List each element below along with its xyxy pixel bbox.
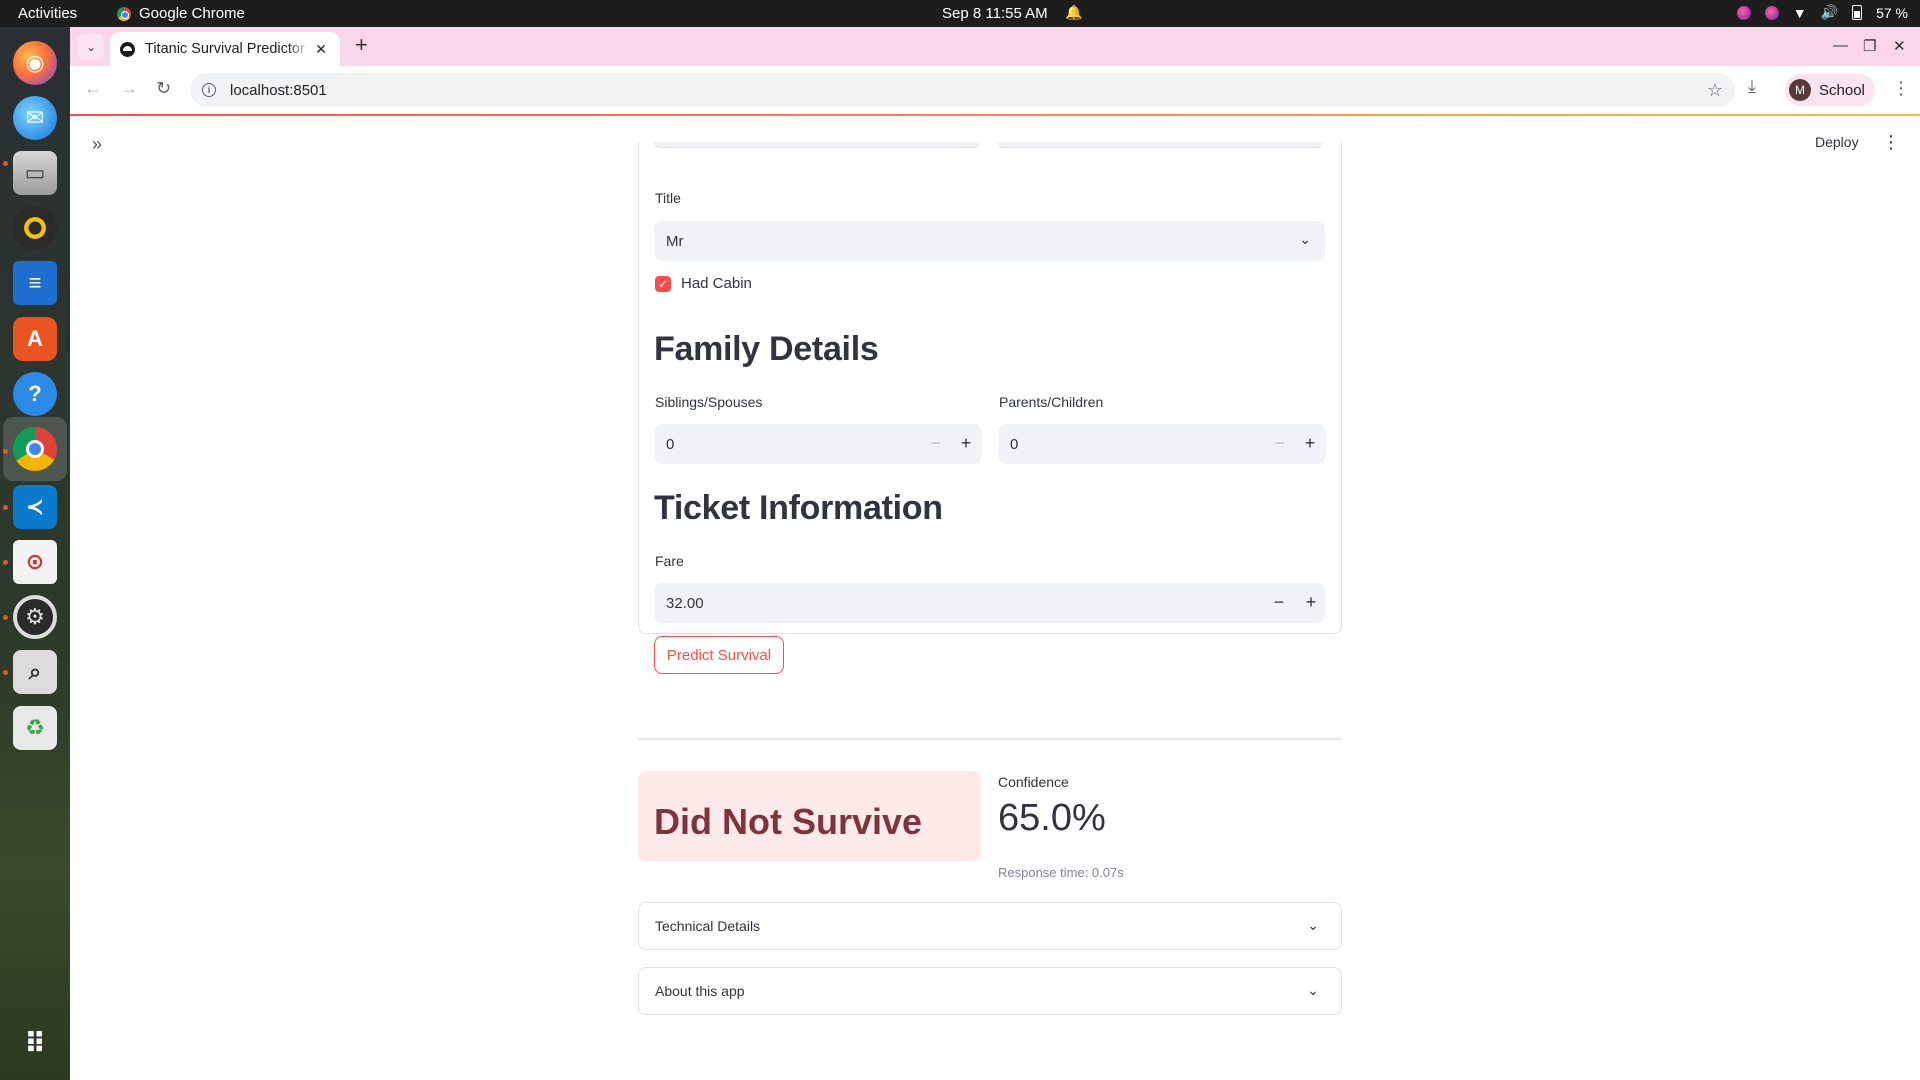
streamlit-favicon-icon (120, 41, 135, 57)
predict-survival-label: Predict Survival (666, 646, 772, 664)
had-cabin-checkbox[interactable]: ✓ (655, 276, 671, 292)
minimize-icon[interactable]: — (1833, 37, 1848, 54)
volume-icon: 🔊 (1820, 4, 1839, 20)
writer-icon[interactable]: ≡ (11, 259, 59, 307)
reload-icon[interactable]: ↻ (156, 78, 171, 99)
app-viewport: » Deploy ⋮ Title Mr ⌄ ✓ Had Cabin Family… (70, 116, 1920, 1080)
tab-search-chevron-icon[interactable]: ⌄ (78, 34, 104, 60)
active-app-name: Google Chrome (139, 5, 245, 22)
help-icon[interactable]: ? (11, 370, 59, 418)
avatar: M (1789, 79, 1811, 101)
siblings-label: Siblings/Spouses (655, 394, 763, 410)
tray-app-icon[interactable] (1736, 5, 1751, 20)
clock[interactable]: Sep 8 11:55 AM (942, 5, 1048, 22)
parents-value: 0 (1010, 435, 1019, 453)
firefox-icon[interactable]: ◉ (11, 39, 59, 87)
ticket-information-heading: Ticket Information (654, 489, 943, 527)
system-tray[interactable]: ▼ 🔊 57 % (1736, 4, 1908, 21)
cut-off-input-right[interactable] (997, 142, 1323, 148)
wifi-icon: ▼ (1792, 4, 1807, 21)
prediction-form: Title Mr ⌄ ✓ Had Cabin Family Details Si… (638, 142, 1342, 634)
parents-label: Parents/Children (999, 394, 1104, 410)
had-cabin-label: Had Cabin (681, 275, 752, 292)
search-tool-icon[interactable]: ⌕ (11, 648, 59, 696)
fare-decrement-button[interactable]: − (1267, 591, 1291, 615)
notification-bell-icon: 🔔 (1065, 4, 1083, 20)
family-details-heading: Family Details (654, 330, 879, 368)
fare-input[interactable]: 32.00 − + (654, 583, 1325, 623)
tray-app-icon-2[interactable] (1764, 5, 1779, 20)
dock: ◉ ✉ ▭ ≡ A ? ≺ ⊙ ⚙ ⌕ ♻ ⠿ (0, 27, 70, 1080)
cut-off-input-left[interactable] (654, 142, 980, 148)
battery-icon (1852, 5, 1863, 20)
back-icon[interactable]: ← (84, 78, 102, 99)
url-text: localhost:8501 (230, 81, 327, 99)
profile-button[interactable]: M School (1785, 74, 1875, 106)
chevron-down-icon: ⌄ (1307, 917, 1319, 933)
expand-sidebar-icon[interactable]: » (92, 134, 102, 155)
browser-toolbar: ← → ↻ i localhost:8501 ☆ ⤓ M School ⋮ (70, 66, 1920, 114)
fare-value: 32.00 (666, 594, 704, 612)
divider (638, 738, 1342, 740)
technical-details-expander[interactable]: Technical Details ⌄ (638, 902, 1342, 950)
parents-increment-button[interactable]: + (1298, 432, 1322, 456)
close-tab-icon[interactable]: ✕ (312, 41, 330, 58)
active-app-menu[interactable]: Google Chrome (117, 5, 245, 22)
profile-name: School (1819, 81, 1865, 99)
app-grid-icon[interactable]: ⠿ (11, 1019, 59, 1067)
title-select[interactable]: Mr ⌄ (654, 221, 1325, 261)
parents-input[interactable]: 0 − + (998, 424, 1326, 464)
title-label: Title (655, 190, 681, 206)
forward-icon[interactable]: → (120, 78, 138, 99)
chrome-icon (117, 6, 131, 21)
document-viewer-icon[interactable]: ⊙ (11, 538, 59, 586)
siblings-decrement-button[interactable]: − (924, 432, 948, 456)
download-icon[interactable]: ⤓ (1748, 76, 1756, 97)
files-icon[interactable]: ▭ (11, 149, 59, 197)
new-tab-icon[interactable]: + (355, 34, 368, 56)
response-time-caption: Response time: 0.07s (998, 865, 1124, 880)
chevron-down-icon: ⌄ (1307, 982, 1319, 998)
app-center-icon[interactable]: A (11, 315, 59, 363)
browser-tab[interactable]: Titanic Survival Predictor ✕ (110, 32, 340, 66)
about-app-label: About this app (655, 983, 745, 999)
fare-label: Fare (655, 553, 684, 569)
app-menu-icon[interactable]: ⋮ (1882, 132, 1900, 153)
confidence-label: Confidence (998, 774, 1069, 790)
activities-button[interactable]: Activities (18, 5, 77, 22)
siblings-increment-button[interactable]: + (954, 432, 978, 456)
confidence-value: 65.0% (998, 797, 1106, 839)
address-bar[interactable]: i localhost:8501 ☆ (190, 73, 1735, 107)
window-close-icon[interactable]: ✕ (1893, 37, 1906, 55)
prediction-result-text: Did Not Survive (654, 801, 923, 842)
settings-icon[interactable]: ⚙ (11, 593, 59, 641)
trash-icon[interactable]: ♻ (11, 704, 59, 752)
system-top-bar: Activities Google Chrome Sep 8 11:55 AM … (0, 0, 1920, 27)
bookmark-star-icon[interactable]: ☆ (1707, 80, 1723, 101)
site-info-icon[interactable]: i (202, 83, 216, 97)
chrome-menu-icon[interactable]: ⋮ (1892, 78, 1910, 99)
siblings-input[interactable]: 0 − + (654, 424, 982, 464)
technical-details-label: Technical Details (655, 918, 761, 934)
tab-title: Titanic Survival Predictor (145, 41, 305, 57)
deploy-button[interactable]: Deploy (1815, 134, 1859, 150)
title-select-value: Mr (666, 232, 684, 250)
parents-decrement-button[interactable]: − (1268, 432, 1292, 456)
chevron-down-icon: ⌄ (1299, 231, 1311, 247)
battery-percent: 57 % (1876, 4, 1908, 21)
thunderbird-icon[interactable]: ✉ (11, 94, 59, 142)
predict-survival-button[interactable]: Predict Survival (654, 636, 784, 674)
about-app-expander[interactable]: About this app ⌄ (638, 967, 1342, 1015)
browser-tab-strip: ⌄ Titanic Survival Predictor ✕ + — ❐ ✕ (70, 27, 1920, 66)
rhythmbox-icon[interactable] (11, 204, 59, 252)
restore-icon[interactable]: ❐ (1863, 37, 1876, 55)
chrome-icon[interactable] (3, 417, 67, 481)
fare-increment-button[interactable]: + (1299, 591, 1323, 615)
siblings-value: 0 (666, 435, 675, 453)
vscode-icon[interactable]: ≺ (11, 483, 59, 531)
